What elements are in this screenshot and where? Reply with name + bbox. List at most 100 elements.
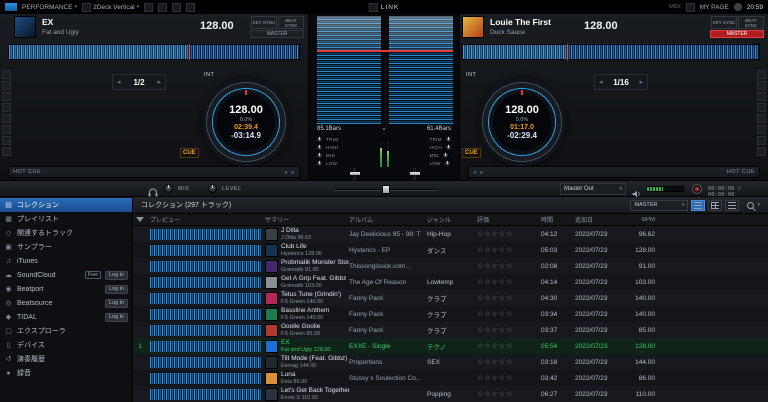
preview-waveform[interactable]	[150, 260, 262, 272]
hot-cue-prev-icon[interactable]: ◂	[473, 169, 477, 176]
table-row[interactable]: Probmatik Monster Stom Gramatik 91.00 Th…	[133, 258, 768, 274]
filter-button[interactable]	[133, 217, 147, 222]
preview-waveform[interactable]	[150, 292, 262, 304]
ch2-low-knob[interactable]	[443, 160, 451, 167]
column-header-bpm[interactable]: BPM	[621, 217, 661, 223]
deck2-beat-sync-button[interactable]: BEAT SYNC	[738, 16, 764, 29]
rating-stars[interactable]: ☆☆☆☆☆	[477, 262, 541, 270]
sidebar-item[interactable]: ↺ 演奏履歴	[0, 352, 132, 366]
view-option-icon[interactable]	[144, 2, 154, 12]
ch2-channel-fader[interactable]	[410, 168, 420, 180]
rating-stars[interactable]: ☆☆☆☆☆	[477, 326, 541, 334]
table-row[interactable]: Club Life Hysterics 128.00 Hysterics - E…	[133, 242, 768, 258]
sidebar-item[interactable]: ♫ iTunes	[0, 254, 132, 268]
column-header-date-added[interactable]: 追加日	[575, 215, 621, 224]
column-header-album[interactable]: アルバム	[349, 215, 427, 224]
rating-stars[interactable]: ☆☆☆☆☆	[477, 246, 541, 254]
preview-waveform[interactable]	[150, 324, 262, 336]
deck1-beat-sync-button[interactable]: BEAT SYNC	[278, 16, 304, 29]
rating-stars[interactable]: ☆☆☆☆☆	[477, 342, 541, 350]
pad-button[interactable]	[757, 147, 766, 156]
ch1-high-knob[interactable]	[316, 144, 323, 151]
preview-waveform[interactable]	[150, 244, 262, 256]
ch1-mid-knob[interactable]	[316, 152, 323, 159]
pad-button[interactable]	[757, 136, 766, 145]
preview-waveform[interactable]	[150, 356, 262, 368]
pad-button[interactable]	[2, 92, 11, 101]
sidebar-item[interactable]: ◆ TIDAL Log in	[0, 310, 132, 324]
preview-waveform[interactable]	[150, 372, 262, 384]
sidebar-item[interactable]: ▯ デバイス	[0, 338, 132, 352]
deck1-key-sync-button[interactable]: KEY SYNC	[251, 16, 277, 29]
table-row[interactable]: Luna Esta 86.00 Stussy x Soulection Co..…	[133, 370, 768, 386]
rating-stars[interactable]: ☆☆☆☆☆	[477, 390, 541, 398]
user-avatar[interactable]	[733, 3, 742, 11]
ch1-channel-fader[interactable]	[350, 168, 360, 180]
rating-stars[interactable]: ☆☆☆☆☆	[477, 310, 541, 318]
pad-button[interactable]	[2, 114, 11, 123]
table-row[interactable]: J Dilla J Dilla 96.62 Jay Deelicious 95 …	[133, 226, 768, 242]
sidebar-item[interactable]: ☁ SoundCloud Free Log in	[0, 268, 132, 282]
table-row[interactable]: Let's Get Back Together Enois S 110.00 P…	[133, 386, 768, 402]
hot-cue-next-icon[interactable]: ▸	[481, 169, 485, 176]
loop-double-button[interactable]: ▸	[157, 78, 161, 86]
column-header-genre[interactable]: ジャンル	[427, 215, 477, 224]
rating-stars[interactable]: ☆☆☆☆☆	[477, 230, 541, 238]
sidebar-item[interactable]: ▢ エクスプローラ	[0, 324, 132, 338]
sidebar-item[interactable]: ▦ プレイリスト	[0, 212, 132, 226]
pad-button[interactable]	[757, 70, 766, 79]
pad-button[interactable]	[2, 70, 11, 79]
artwork-view-button[interactable]	[725, 199, 740, 211]
rating-stars[interactable]: ☆☆☆☆☆	[477, 294, 541, 302]
table-row[interactable]: 1 EX Fat and Ugly 128.00 EXXE - Single テ…	[133, 338, 768, 354]
deck1-jog-wheel[interactable]: 128.00 0.0% 02:39.4 -03:14.9	[202, 78, 290, 166]
record-button[interactable]	[692, 184, 702, 194]
sidebar-item[interactable]: ◇ 関連するトラック	[0, 226, 132, 240]
deck2-key-sync-button[interactable]: KEY SYNC	[711, 16, 737, 29]
headphones-level-knob[interactable]	[208, 184, 217, 193]
deck2-jog-wheel[interactable]: 128.00 0.0% 01:17.0 -02:29.4	[478, 78, 566, 166]
crossfader[interactable]	[334, 185, 438, 194]
sidebar-item[interactable]: ◎ Beatsource Log in	[0, 296, 132, 310]
rating-stars[interactable]: ☆☆☆☆☆	[477, 374, 541, 382]
pad-button[interactable]	[757, 103, 766, 112]
loop-half-button[interactable]: ◂	[599, 78, 603, 86]
crossfader-handle[interactable]	[382, 185, 390, 194]
login-button[interactable]: Log in	[105, 284, 128, 294]
preview-waveform[interactable]	[150, 388, 262, 400]
rating-stars[interactable]: ☆☆☆☆☆	[477, 278, 541, 286]
deck1-hot-cue-bar[interactable]: HOT CUE ◂ ▸	[8, 166, 300, 178]
deck2-master-button[interactable]: MASTER	[710, 30, 764, 38]
login-button[interactable]: Log in	[105, 270, 128, 280]
settings-icon[interactable]	[685, 2, 695, 12]
deck1-loop-control[interactable]: ◂ 1/2 ▸	[112, 74, 166, 90]
sidebar-item[interactable]: ● 録音	[0, 366, 132, 380]
view-option-icon[interactable]	[172, 2, 182, 12]
table-row[interactable]: Bassline Anthem FS Green 140.00 Fanny Pa…	[133, 306, 768, 322]
grid-view-button[interactable]	[708, 199, 723, 211]
pad-button[interactable]	[2, 125, 11, 134]
ch2-trim-knob[interactable]	[444, 136, 452, 143]
collapse-icon[interactable]: ▴	[383, 126, 386, 132]
link-button[interactable]: LINK	[368, 2, 399, 12]
sidebar-item[interactable]: ▤ コレクション	[0, 198, 132, 212]
pad-button[interactable]	[757, 114, 766, 123]
list-view-button[interactable]	[691, 199, 706, 211]
ch1-trim-knob[interactable]	[316, 136, 323, 143]
ch2-mid-knob[interactable]	[441, 152, 449, 159]
login-button[interactable]: Log in	[105, 312, 128, 322]
layout-select[interactable]: 2Deck Vertical ▾	[82, 2, 139, 12]
table-row[interactable]: Goolie Goolie FS Green 85.00 Fanny Pack …	[133, 322, 768, 338]
preview-waveform[interactable]	[150, 276, 262, 288]
deck2-loop-control[interactable]: ◂ 1/16 ▸	[594, 74, 648, 90]
search-button[interactable]: ▾	[747, 201, 760, 209]
view-option-icon[interactable]	[158, 2, 168, 12]
column-header-summary[interactable]: サマリー	[265, 215, 349, 224]
deck2-overview-waveform[interactable]	[462, 44, 760, 60]
my-page-button[interactable]: MY PAGE	[700, 4, 729, 11]
hot-cue-next-icon[interactable]: ▸	[291, 169, 295, 176]
pad-button[interactable]	[2, 136, 11, 145]
preview-waveform[interactable]	[150, 340, 262, 352]
pad-button[interactable]	[2, 147, 11, 156]
ch1-low-knob[interactable]	[316, 160, 323, 167]
